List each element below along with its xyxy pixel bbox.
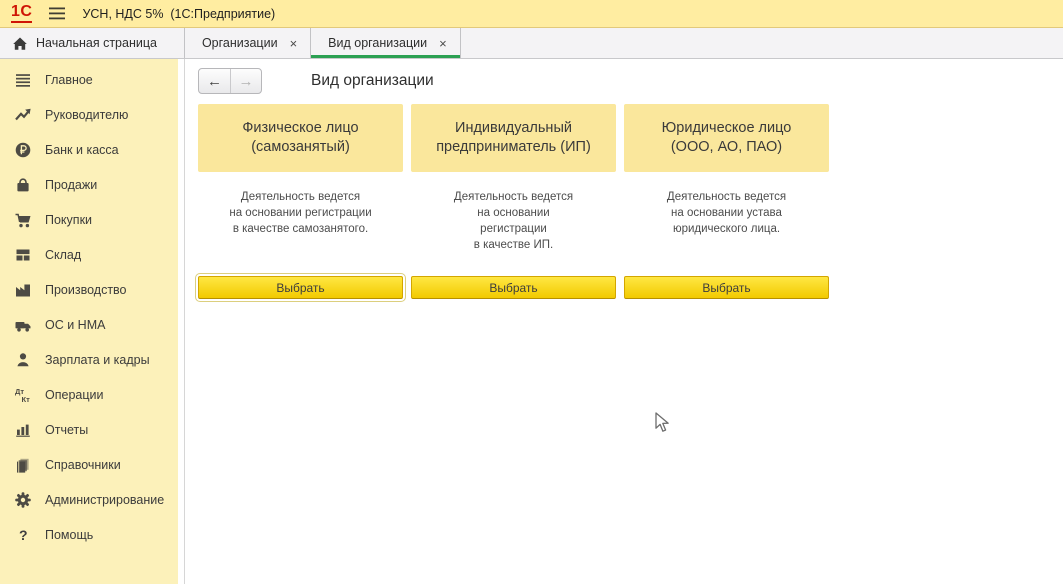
sidebar-item-administration[interactable]: Администрирование [0,482,178,517]
select-button-legal-entity[interactable]: Выбрать [624,276,829,299]
menu-lines-icon [13,71,33,89]
trend-chart-icon [13,106,33,124]
page-title: Вид организации [311,72,434,90]
home-icon [13,37,27,50]
sidebar-item-label: Продажи [45,178,97,192]
close-tab-icon[interactable]: × [439,37,447,50]
card-description: Деятельность ведется на основании устава… [624,172,829,276]
sidebar-item-label: Руководителю [45,108,128,122]
app-window: 1С УСН, НДС 5% (1С:Предприятие) Начальна… [0,0,1063,585]
sidebar-item-label: Покупки [45,213,92,227]
sidebar-item-label: Зарплата и кадры [45,353,150,367]
sidebar-item-bank-cash[interactable]: Банк и касса [0,132,178,167]
card-individual-entrepreneur: Индивидуальный предприниматель (ИП) Деят… [411,104,616,299]
sidebar-item-purchases[interactable]: Покупки [0,202,178,237]
sidebar-item-operations[interactable]: Дт Кт Операции [0,377,178,412]
card-title: Юридическое лицо (ООО, АО, ПАО) [624,104,829,172]
tab-organization-type[interactable]: Вид организации × [311,28,461,58]
home-tab[interactable]: Начальная страница [0,28,185,58]
organization-type-cards: Физическое лицо (самозанятый) Деятельнос… [198,104,1063,299]
card-description: Деятельность ведется на основании регист… [198,172,403,276]
back-button[interactable]: ← [199,69,230,93]
sidebar-item-reports[interactable]: Отчеты [0,412,178,447]
content-area: ← → Вид организации Физическое лицо (сам… [185,59,1063,584]
svg-text:?: ? [19,527,28,543]
sidebar-item-manager[interactable]: Руководителю [0,97,178,132]
section-sidebar: Главное Руководителю Б [0,59,178,584]
sidebar-item-directories[interactable]: Справочники [0,447,178,482]
close-tab-icon[interactable]: × [290,37,298,50]
question-icon: ? [13,526,33,544]
sidebar-item-label: Справочники [45,458,121,472]
tab-label: Организации [202,36,278,50]
sidebar-item-label: Помощь [45,528,93,542]
forward-button[interactable]: → [230,69,261,93]
warehouse-icon [13,246,33,264]
card-individual-selfemployed: Физическое лицо (самозанятый) Деятельнос… [198,104,403,299]
factory-icon [13,281,33,299]
hamburger-icon [49,7,65,20]
books-icon [13,456,33,474]
card-title: Физическое лицо (самозанятый) [198,104,403,172]
ruble-circle-icon [13,141,33,159]
sidebar-item-label: Операции [45,388,103,402]
content-toolbar: ← → Вид организации [198,68,1063,94]
window-body: Главное Руководителю Б [0,59,1063,584]
sidebar-item-label: ОС и НМА [45,318,105,332]
select-button-selfemployed[interactable]: Выбрать [198,276,403,299]
app-title: УСН, НДС 5% (1С:Предприятие) [82,7,275,21]
sidebar-item-label: Банк и касса [45,143,119,157]
title-bar: 1С УСН, НДС 5% (1С:Предприятие) [0,0,1063,28]
active-tab-underline [311,55,460,58]
select-button-entrepreneur[interactable]: Выбрать [411,276,616,299]
tab-organizations[interactable]: Организации × [185,28,311,58]
sidebar-item-fixed-assets[interactable]: ОС и НМА [0,307,178,342]
1c-logo: 1С [11,4,32,23]
sidebar-item-payroll-hr[interactable]: Зарплата и кадры [0,342,178,377]
card-title: Индивидуальный предприниматель (ИП) [411,104,616,172]
card-legal-entity: Юридическое лицо (ООО, АО, ПАО) Деятельн… [624,104,829,299]
debit-credit-icon: Дт Кт [13,386,33,404]
bar-chart-icon [13,421,33,439]
sidebar-item-label: Склад [45,248,81,262]
sidebar-item-sales[interactable]: Продажи [0,167,178,202]
tab-bar: Начальная страница Организации × Вид орг… [0,28,1063,59]
sidebar-item-label: Главное [45,73,93,87]
sidebar-item-label: Отчеты [45,423,88,437]
main-menu-button[interactable] [49,7,65,20]
gear-icon [13,491,33,509]
shopping-bag-icon [13,176,33,194]
truck-icon [13,316,33,334]
sidebar-divider [178,59,185,584]
tab-label: Вид организации [328,36,427,50]
person-icon [13,351,33,369]
shopping-cart-icon [13,211,33,229]
svg-text:Кт: Кт [22,395,31,404]
sidebar-item-help[interactable]: ? Помощь [0,517,178,552]
history-nav: ← → [198,68,262,94]
home-tab-label: Начальная страница [36,36,157,50]
card-description: Деятельность ведется на основании регист… [411,172,616,276]
sidebar-item-label: Администрирование [45,493,164,507]
sidebar-item-production[interactable]: Производство [0,272,178,307]
sidebar-item-warehouse[interactable]: Склад [0,237,178,272]
sidebar-item-label: Производство [45,283,127,297]
sidebar-item-main[interactable]: Главное [0,62,178,97]
